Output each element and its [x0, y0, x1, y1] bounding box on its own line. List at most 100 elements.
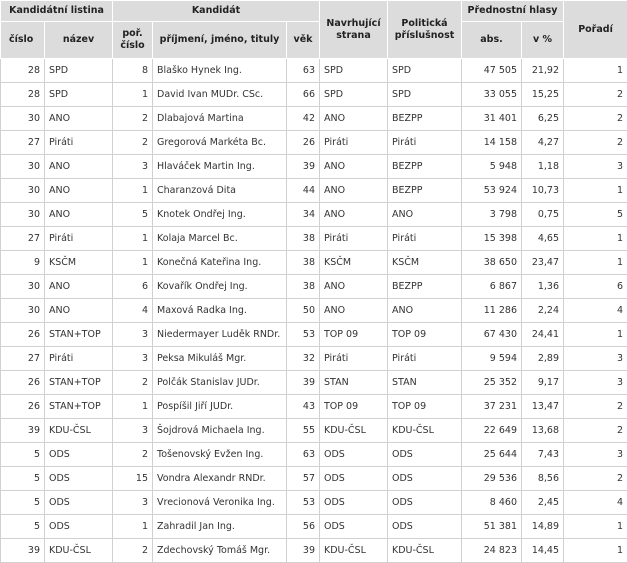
cell-jmeno: Zdechovský Tomáš Mgr. — [152, 538, 287, 563]
cell-por-cislo: 2 — [112, 130, 153, 155]
cell-cislo: 30 — [0, 298, 45, 323]
cell-politicka-prislusnost: TOP 09 — [387, 394, 462, 419]
cell-por-cislo: 1 — [112, 178, 153, 203]
cell-jmeno: Charanzová Dita — [152, 178, 287, 203]
cell-vek: 56 — [286, 514, 320, 539]
cell-vek: 66 — [286, 82, 320, 107]
cell-navrhujici-strana: ODS — [319, 442, 388, 467]
cell-politicka-prislusnost: ODS — [387, 490, 462, 515]
header-nazev: název — [44, 21, 113, 59]
cell-cislo: 27 — [0, 226, 45, 251]
cell-politicka-prislusnost: Piráti — [387, 226, 462, 251]
cell-navrhujici-strana: KDU-ČSL — [319, 418, 388, 443]
cell-nazev: KDU-ČSL — [44, 418, 113, 443]
cell-v-procentech: 2,89 — [520, 346, 565, 371]
cell-por-cislo: 1 — [112, 82, 153, 107]
cell-por-cislo: 4 — [112, 298, 153, 323]
cell-poradi: 1 — [563, 226, 627, 251]
header-prednostni-hlasy: Přednostní hlasy — [460, 0, 565, 22]
cell-nazev: ODS — [44, 442, 113, 467]
cell-vek: 63 — [286, 58, 320, 83]
cell-vek: 42 — [286, 106, 320, 131]
cell-politicka-prislusnost: KDU-ČSL — [387, 418, 462, 443]
cell-navrhujici-strana: ODS — [319, 490, 388, 515]
cell-nazev: ANO — [44, 274, 113, 299]
cell-poradi: 4 — [563, 490, 627, 515]
cell-navrhujici-strana: ODS — [319, 514, 388, 539]
header-jmeno: příjmení, jméno, tituly — [152, 21, 287, 59]
cell-abs: 38 650 — [461, 250, 522, 275]
cell-jmeno: Knotek Ondřej Ing. — [152, 202, 287, 227]
cell-poradi: 3 — [563, 442, 627, 467]
cell-vek: 38 — [286, 250, 320, 275]
cell-politicka-prislusnost: BEZPP — [387, 178, 462, 203]
cell-poradi: 1 — [563, 538, 627, 563]
cell-nazev: Piráti — [44, 130, 113, 155]
cell-vek: 38 — [286, 226, 320, 251]
cell-politicka-prislusnost: TOP 09 — [387, 322, 462, 347]
header-v-procentech: v % — [520, 21, 565, 59]
cell-vek: 44 — [286, 178, 320, 203]
table-row: 30 ANO 1 Charanzová Dita 44 ANO BEZPP 53 924 10,… — [0, 178, 627, 203]
cell-poradi: 2 — [563, 106, 627, 131]
cell-nazev: ODS — [44, 466, 113, 491]
cell-cislo: 30 — [0, 106, 45, 131]
cell-por-cislo: 3 — [112, 154, 153, 179]
header-kandidatni-listina: Kandidátní listina — [0, 0, 113, 22]
cell-navrhujici-strana: ANO — [319, 154, 388, 179]
cell-jmeno: Blaško Hynek Ing. — [152, 58, 287, 83]
cell-poradi: 1 — [563, 58, 627, 83]
cell-jmeno: Konečná Kateřina Ing. — [152, 250, 287, 275]
cell-vek: 43 — [286, 394, 320, 419]
table-row: 30 ANO 5 Knotek Ondřej Ing. 34 ANO ANO 3 798 0,7… — [0, 202, 627, 227]
cell-cislo: 5 — [0, 442, 45, 467]
cell-cislo: 26 — [0, 394, 45, 419]
cell-nazev: SPD — [44, 82, 113, 107]
cell-por-cislo: 2 — [112, 442, 153, 467]
cell-vek: 53 — [286, 490, 320, 515]
cell-abs: 47 505 — [461, 58, 522, 83]
cell-cislo: 5 — [0, 490, 45, 515]
cell-cislo: 27 — [0, 346, 45, 371]
cell-poradi: 5 — [563, 202, 627, 227]
cell-abs: 22 649 — [461, 418, 522, 443]
cell-poradi: 3 — [563, 154, 627, 179]
table-row: 27 Piráti 3 Peksa Mikuláš Mgr. 32 Piráti Pirát… — [0, 346, 627, 371]
cell-politicka-prislusnost: SPD — [387, 58, 462, 83]
cell-por-cislo: 1 — [112, 394, 153, 419]
cell-jmeno: Vondra Alexandr RNDr. — [152, 466, 287, 491]
cell-navrhujici-strana: Piráti — [319, 226, 388, 251]
cell-poradi: 1 — [563, 514, 627, 539]
cell-cislo: 26 — [0, 322, 45, 347]
cell-v-procentech: 2,24 — [520, 298, 565, 323]
cell-cislo: 28 — [0, 82, 45, 107]
cell-nazev: KDU-ČSL — [44, 538, 113, 563]
cell-por-cislo: 6 — [112, 274, 153, 299]
cell-por-cislo: 8 — [112, 58, 153, 83]
cell-vek: 38 — [286, 274, 320, 299]
cell-abs: 33 055 — [461, 82, 522, 107]
cell-jmeno: Hlaváček Martin Ing. — [152, 154, 287, 179]
cell-v-procentech: 15,25 — [520, 82, 565, 107]
cell-poradi: 1 — [563, 250, 627, 275]
cell-nazev: ANO — [44, 202, 113, 227]
cell-politicka-prislusnost: ANO — [387, 298, 462, 323]
cell-politicka-prislusnost: Piráti — [387, 346, 462, 371]
cell-poradi: 6 — [563, 274, 627, 299]
table-row: 30 ANO 2 Dlabajová Martina 42 ANO BEZPP 31 401 6… — [0, 106, 627, 131]
cell-abs: 25 352 — [461, 370, 522, 395]
cell-abs: 5 948 — [461, 154, 522, 179]
cell-v-procentech: 24,41 — [520, 322, 565, 347]
cell-por-cislo: 1 — [112, 250, 153, 275]
cell-por-cislo: 3 — [112, 346, 153, 371]
cell-vek: 55 — [286, 418, 320, 443]
cell-politicka-prislusnost: ODS — [387, 442, 462, 467]
cell-por-cislo: 2 — [112, 370, 153, 395]
cell-abs: 9 594 — [461, 346, 522, 371]
table-row: 9 KSČM 1 Konečná Kateřina Ing. 38 KSČM KSČM 38 … — [0, 250, 627, 275]
cell-nazev: STAN+TOP — [44, 394, 113, 419]
cell-vek: 57 — [286, 466, 320, 491]
cell-abs: 25 644 — [461, 442, 522, 467]
cell-jmeno: Gregorová Markéta Bc. — [152, 130, 287, 155]
header-abs: abs. — [461, 21, 522, 59]
